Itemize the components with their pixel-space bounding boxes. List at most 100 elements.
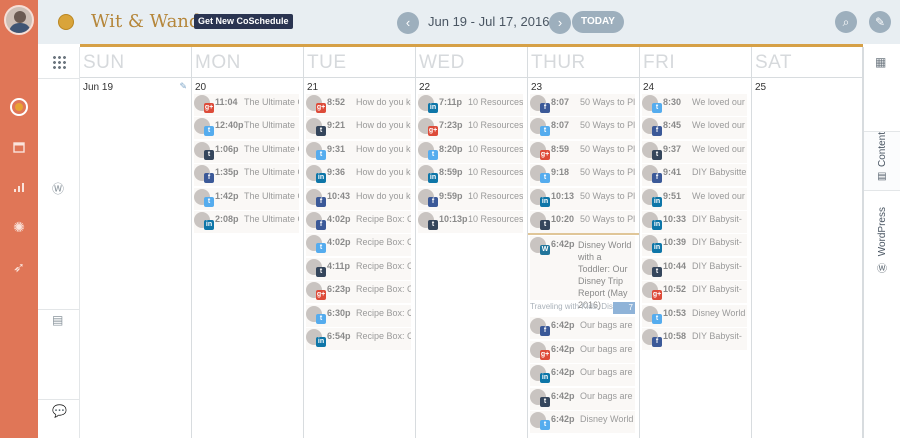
linkedin-icon: in <box>652 243 662 254</box>
social-post-card[interactable]: f 10:43 How do you ke <box>306 187 411 210</box>
twitter-icon: t <box>204 196 214 207</box>
twitter-icon: t <box>204 126 214 137</box>
post-title: How do you ke <box>356 190 411 201</box>
campaign-count-badge[interactable]: 7 <box>613 302 635 315</box>
social-post-card[interactable]: t 1:06p The Ultimate G <box>194 140 299 163</box>
social-post-card[interactable]: in 10:33 DIY Babysit- <box>642 211 747 233</box>
post-time: 9:21 <box>327 120 346 131</box>
linkedin-icon: in <box>652 220 662 230</box>
post-time: 10:13p <box>439 214 468 224</box>
post-title: The Ultimate G <box>244 214 299 224</box>
facebook-icon: f <box>316 196 326 207</box>
social-post-card[interactable]: in 10:13 50 Ways to Pla <box>530 187 635 210</box>
social-post-card[interactable]: g+ 6:23p Recipe Box: Cr <box>306 281 411 304</box>
social-post-card[interactable]: t 10:13p 10 Resources <box>418 211 523 233</box>
day-column-thur[interactable]: 23f8:0750 Ways to Playt8:0750 Ways to Pl… <box>528 78 640 438</box>
social-post-card[interactable]: in 7:11p 10 Resources t <box>418 94 523 116</box>
social-post-card[interactable]: f 4:02p Recipe Box: Cr <box>306 211 411 233</box>
social-post-card[interactable]: in9:51 We loved our W <box>642 187 747 210</box>
gear-icon[interactable]: ✺ <box>10 218 28 236</box>
twitter-icon: t <box>316 313 326 324</box>
promo-badge[interactable]: Get New CoSchedule <box>194 14 293 29</box>
social-post-card[interactable]: g+ 11:04 The Ultimate G <box>194 94 299 116</box>
post-time: 8:59p <box>439 167 463 178</box>
circle-icon[interactable] <box>10 98 28 116</box>
avatar[interactable] <box>4 5 34 35</box>
social-post-card[interactable]: t9:21 How do you kee <box>306 117 411 140</box>
social-post-card[interactable]: t 1:42p The Ultimate G <box>194 187 299 210</box>
grid-icon[interactable] <box>52 55 66 69</box>
social-post-card[interactable]: in 10:39 DIY Babysit- <box>642 234 747 257</box>
rocket-icon[interactable]: ➶ <box>10 258 28 276</box>
day-column-sat[interactable]: 25 <box>752 78 863 438</box>
day-column-mon[interactable]: 20 g+ 11:04 The Ultimate Gt 12:40p The Ultima… <box>192 78 304 438</box>
calendar-icon[interactable] <box>10 138 28 156</box>
post-title: 10 Resources t <box>468 143 523 154</box>
social-post-card[interactable]: in 6:54p Recipe Box: Cr <box>306 328 411 350</box>
search-icon[interactable]: ⌕ <box>835 11 857 33</box>
social-post-card[interactable]: t 4:02p Recipe Box: Cr <box>306 234 411 257</box>
day-column-fri[interactable]: 24t8:30We loved our Wf8:45We loved our W… <box>640 78 752 438</box>
tab-content[interactable]: Content ▤ <box>864 131 900 191</box>
tab-wordpress[interactable]: WordPress Ⓦ <box>864 207 900 277</box>
date-range-select[interactable]: Jun 19 - Jul 17, 2016 ▾ <box>428 14 560 30</box>
social-post-card[interactable]: f9:41 DIY Babysitter's <box>642 164 747 187</box>
campaign-label[interactable]: Traveling with Kids, Dis 7 <box>530 302 635 315</box>
social-post-card[interactable]: t 6:30p Recipe Box: Cr <box>306 304 411 327</box>
post-title: 10 Resources t <box>468 120 523 131</box>
day-header-sat: SAT <box>752 47 863 78</box>
social-post-card[interactable]: t 10:20 50 Ways to Pla <box>530 211 635 233</box>
social-post-card[interactable]: t 8:20p 10 Resources t <box>418 140 523 163</box>
date-number: 25 <box>755 82 767 93</box>
social-post-card[interactable]: g+8:59 50 Ways to Play <box>530 140 635 163</box>
bar-chart-icon[interactable] <box>10 178 28 196</box>
social-post-card[interactable]: in 2:08p The Ultimate G <box>194 211 299 233</box>
social-post-card[interactable]: f 10:58 DIY Babysit- <box>642 328 747 350</box>
day-name: WED <box>419 52 465 73</box>
social-post-card[interactable]: t 4:11p Recipe Box: Cr <box>306 257 411 280</box>
social-post-card[interactable]: t10:53 Disney World w <box>642 304 747 327</box>
social-post-card[interactable]: t9:31 How do you kee <box>306 140 411 163</box>
social-post-card[interactable]: f 6:42p Our bags are u <box>530 317 635 340</box>
date-number: 21 <box>307 82 319 93</box>
today-button[interactable]: TODAY <box>572 11 624 33</box>
post-time: 10:58 <box>663 331 687 341</box>
day-column-tue[interactable]: 21g+8:52How do you keet9:21How do you ke… <box>304 78 416 438</box>
social-post-card[interactable]: f 9:59p 10 Resources t <box>418 187 523 210</box>
social-post-card[interactable]: f8:07 50 Ways to Play <box>530 94 635 116</box>
social-post-card[interactable]: t8:30 We loved our W <box>642 94 747 116</box>
blog-post-card[interactable]: W 6:42p Disney World with a Toddler: Our D… <box>530 236 635 310</box>
social-post-card[interactable]: g+ 7:23p 10 Resources t <box>418 117 523 140</box>
social-post-card[interactable]: t 12:40p The Ultimate <box>194 117 299 140</box>
day-column-wed[interactable]: 22 in 7:11p 10 Resources t g+ 7:23p 10 Resourc… <box>416 78 528 438</box>
edit-icon[interactable]: ✎ <box>179 81 187 92</box>
next-button[interactable]: › <box>549 12 571 34</box>
post-time: 7:23p <box>439 120 463 131</box>
social-post-card[interactable]: in9:36 How do you kee <box>306 164 411 187</box>
social-post-card[interactable]: g+ 6:42p Our bags are u <box>530 340 635 363</box>
social-post-card[interactable]: g+ 10:52 DIY Babysit- <box>642 281 747 304</box>
color-dot-icon[interactable] <box>58 14 74 30</box>
social-post-card[interactable]: in 8:59p 10 Resources t <box>418 164 523 187</box>
social-post-card[interactable]: t9:18 50 Ways to Play <box>530 164 635 187</box>
prev-button[interactable]: ‹ <box>397 12 419 34</box>
tumblr-icon: t <box>652 266 662 277</box>
social-post-card[interactable]: t 6:42p Our bags are u <box>530 387 635 410</box>
social-post-card[interactable]: f 1:35p The Ultimate G <box>194 164 299 187</box>
day-header-thur: THUR <box>528 47 640 78</box>
social-post-card[interactable]: in 6:42p Our bags are u <box>530 364 635 387</box>
post-title: How do you kee <box>356 143 411 154</box>
day-column-sun[interactable]: Jun 19 ✎ <box>80 78 192 438</box>
pencil-icon[interactable]: ✎ <box>869 11 891 33</box>
social-post-card[interactable]: t 10:44 DIY Babysit- <box>642 257 747 280</box>
social-post-card[interactable]: t6:42p Disney World w <box>530 411 635 433</box>
list-icon[interactable]: ▦ <box>875 55 886 69</box>
linkedin-icon: in <box>652 196 662 207</box>
social-post-card[interactable]: t9:37 We loved our W <box>642 140 747 163</box>
social-post-card[interactable]: t8:07 50 Ways to Play <box>530 117 635 140</box>
social-post-card[interactable]: g+8:52 How do you kee <box>306 94 411 116</box>
post-title: 50 Ways to Pla <box>580 190 635 201</box>
post-time: 4:11p <box>327 260 351 271</box>
social-post-card[interactable]: f8:45 We loved our W <box>642 117 747 140</box>
wordpress-icon: Ⓦ <box>52 182 65 196</box>
